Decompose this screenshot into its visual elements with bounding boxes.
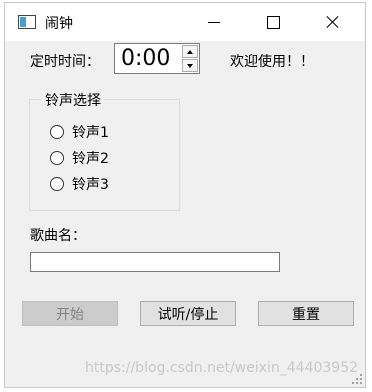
- radio-label: 铃声1: [72, 125, 109, 141]
- spin-arrows: [182, 45, 198, 72]
- resize-grip-icon[interactable]: [352, 374, 362, 384]
- close-button[interactable]: [310, 3, 356, 41]
- close-icon: [326, 15, 340, 29]
- radio-label: 铃声3: [72, 177, 109, 193]
- welcome-text: 欢迎使用！！: [230, 54, 314, 70]
- spin-down-button[interactable]: [182, 59, 198, 72]
- chevron-down-icon: [187, 63, 193, 68]
- ringtone-group: 铃声选择 铃声1 铃声2 铃声3: [29, 90, 180, 211]
- ringtone-option-2[interactable]: 铃声2: [50, 148, 109, 168]
- timer-value[interactable]: 0:00: [121, 46, 170, 71]
- start-button[interactable]: 开始: [22, 301, 118, 326]
- maximize-button[interactable]: [250, 3, 296, 41]
- chevron-up-icon: [187, 49, 193, 54]
- watermark: https://blog.csdn.net/weixin_44403952: [85, 360, 359, 376]
- preview-stop-button[interactable]: 试听/停止: [140, 301, 236, 326]
- timer-label: 定时时间：: [30, 54, 100, 70]
- ringtone-option-1[interactable]: 铃声1: [50, 122, 109, 142]
- radio-button[interactable]: [50, 125, 64, 139]
- window-title: 闹钟: [45, 16, 73, 32]
- radio-button[interactable]: [50, 151, 64, 165]
- timer-spinbox[interactable]: 0:00: [114, 43, 200, 74]
- title-bar[interactable]: 闹钟: [5, 3, 365, 41]
- song-name-input[interactable]: [30, 252, 280, 272]
- minimize-icon: [208, 21, 220, 23]
- spin-up-button[interactable]: [182, 45, 198, 58]
- maximize-icon: [266, 15, 280, 29]
- ringtone-option-3[interactable]: 铃声3: [50, 174, 109, 194]
- minimize-button[interactable]: [191, 3, 237, 41]
- app-icon: [18, 15, 36, 29]
- song-name-label: 歌曲名：: [30, 228, 86, 244]
- reset-button[interactable]: 重置: [258, 301, 354, 326]
- radio-label: 铃声2: [72, 151, 109, 167]
- radio-button[interactable]: [50, 177, 64, 191]
- ringtone-group-title: 铃声选择: [42, 90, 104, 110]
- alarm-window: 闹钟 定时时间： 0:00 欢迎使用！！ 铃声选择 铃声1 铃声2 铃声3 歌曲…: [4, 2, 366, 388]
